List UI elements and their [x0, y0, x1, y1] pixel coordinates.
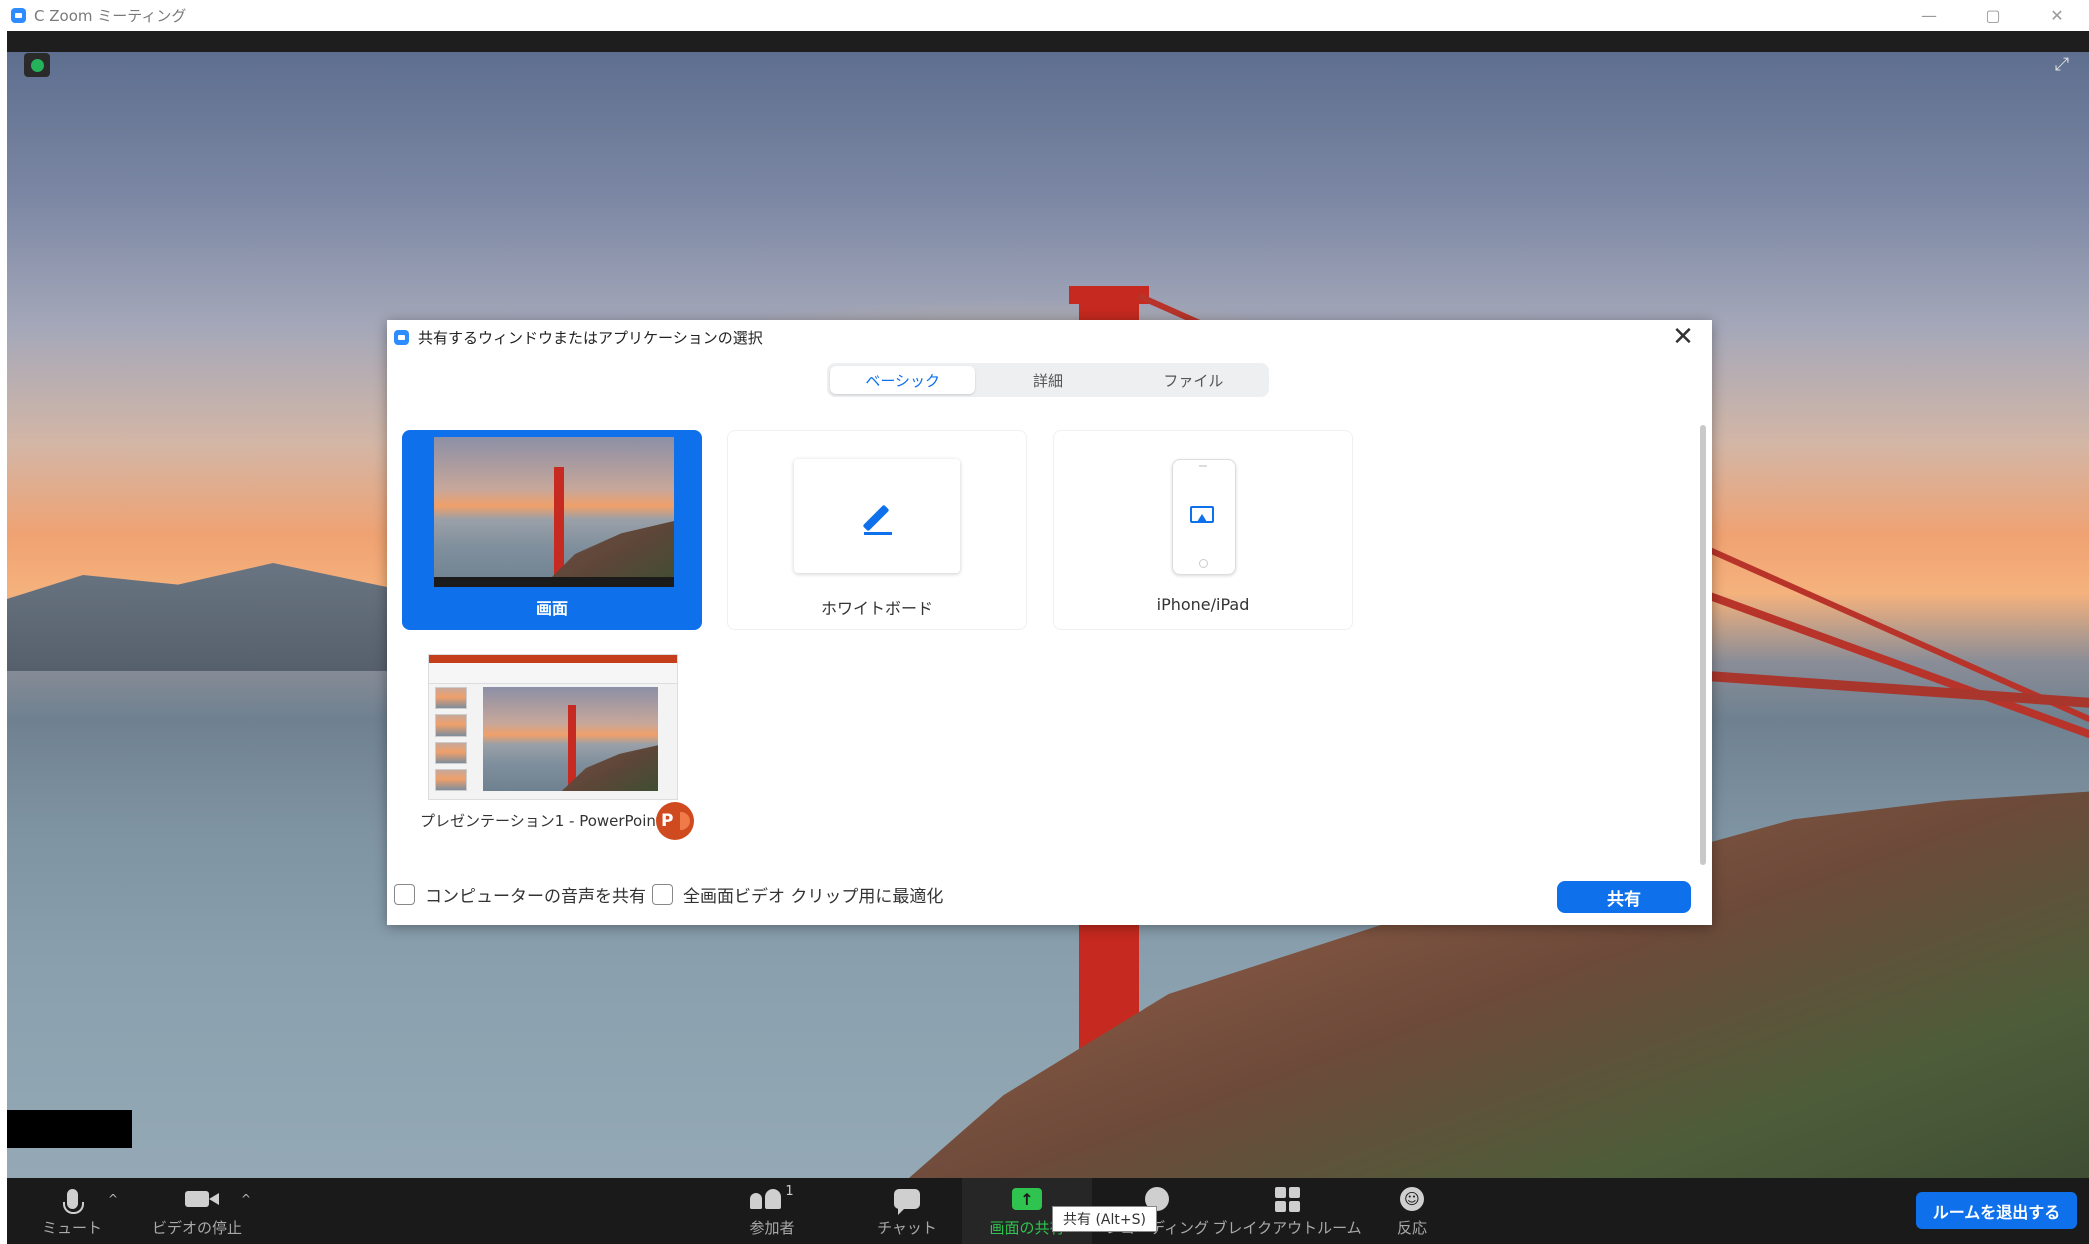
dialog-scrollbar[interactable]	[1700, 425, 1706, 865]
window-titlebar: C Zoom ミーティング — ▢ ✕	[0, 0, 2089, 31]
share-computer-audio-option[interactable]: コンピューターの音声を共有	[394, 882, 646, 907]
breakout-rooms-icon	[1274, 1186, 1300, 1212]
share-button[interactable]: 共有	[1557, 881, 1691, 913]
minimize-button[interactable]: —	[1897, 0, 1961, 31]
share-tooltip: 共有 (Alt+S)	[1052, 1206, 1157, 1232]
pen-icon	[862, 501, 892, 535]
mute-button[interactable]: ミュート	[37, 1178, 107, 1244]
meeting-toolbar: ミュート ^ ビデオの停止 ^ 1 参加者 チャット ↑ 画面の共有 レコーディ…	[7, 1178, 2089, 1244]
bridge-cable	[1705, 591, 2089, 743]
computer-audio-label: コンピューターの音声を共有	[425, 887, 646, 907]
tile-label-whiteboard: ホワイトボード	[820, 599, 933, 618]
whiteboard-preview	[794, 459, 960, 573]
share-tabs: ベーシック 詳細 ファイル	[827, 363, 1269, 397]
breakout-rooms-label: ブレイクアウトルーム	[1212, 1219, 1362, 1237]
airplay-icon	[1190, 506, 1214, 523]
participants-count: 1	[785, 1184, 794, 1199]
share-screen-icon: ↑	[1012, 1188, 1042, 1210]
share-option-whiteboard[interactable]: ホワイトボード	[727, 430, 1027, 630]
close-icon[interactable]: ✕	[1668, 322, 1698, 352]
window-title: C Zoom ミーティング	[34, 7, 187, 25]
background-hills	[7, 563, 387, 671]
dialog-footer: コンピューターの音声を共有 全画面ビデオ クリップ用に最適化 共有	[387, 866, 1712, 925]
fullscreen-icon[interactable]: ⤢	[2049, 51, 2075, 77]
phone-preview	[1172, 459, 1236, 575]
tile-label-iphone: iPhone/iPad	[1156, 595, 1250, 614]
stop-video-label: ビデオの停止	[151, 1219, 242, 1237]
dialog-title: 共有するウィンドウまたはアプリケーションの選択	[418, 329, 763, 347]
participants-label: 参加者	[749, 1219, 795, 1237]
share-option-iphone-ipad[interactable]: iPhone/iPad	[1053, 430, 1353, 630]
screen-thumbnail	[434, 437, 674, 587]
breakout-rooms-button[interactable]: ブレイクアウトルーム	[1212, 1178, 1362, 1244]
video-options-chevron-icon[interactable]: ^	[241, 1192, 251, 1206]
reactions-label: 反応	[1396, 1219, 1427, 1237]
reaction-smiley-icon: ☺	[1400, 1187, 1424, 1211]
mute-label: ミュート	[41, 1219, 102, 1237]
computer-audio-checkbox[interactable]	[394, 884, 415, 905]
share-option-screen[interactable]: 画面	[402, 430, 702, 630]
tab-advanced[interactable]: 詳細	[975, 366, 1120, 394]
window-controls: — ▢ ✕	[1897, 0, 2089, 31]
tile-label-screen: 画面	[535, 599, 568, 618]
reactions-button[interactable]: ☺ 反応	[1377, 1178, 1447, 1244]
participants-button[interactable]: 1 参加者	[727, 1178, 817, 1244]
chat-button[interactable]: チャット	[862, 1178, 952, 1244]
camera-icon	[185, 1191, 209, 1207]
audio-options-chevron-icon[interactable]: ^	[108, 1192, 118, 1206]
tile-label-powerpoint: プレゼンテーション1 - PowerPoint	[420, 812, 662, 830]
powerpoint-thumbnail	[428, 654, 678, 800]
optimize-video-option[interactable]: 全画面ビデオ クリップ用に最適化	[652, 882, 943, 907]
share-screen-dialog: 共有するウィンドウまたはアプリケーションの選択 ✕ ベーシック 詳細 ファイル …	[387, 320, 1712, 925]
leave-room-button[interactable]: ルームを退出する	[1916, 1192, 2077, 1229]
close-window-button[interactable]: ✕	[2025, 0, 2089, 31]
maximize-button[interactable]: ▢	[1961, 0, 2025, 31]
tab-basic[interactable]: ベーシック	[830, 366, 976, 394]
zoom-app-icon	[394, 330, 409, 345]
share-option-powerpoint[interactable]: プレゼンテーション1 - PowerPoint P	[402, 650, 702, 850]
participants-icon	[750, 1189, 782, 1209]
optimize-video-label: 全画面ビデオ クリップ用に最適化	[683, 887, 944, 907]
shield-icon[interactable]	[24, 53, 50, 77]
dialog-titlebar: 共有するウィンドウまたはアプリケーションの選択	[394, 327, 763, 348]
powerpoint-icon: P	[656, 802, 694, 840]
stop-video-button[interactable]: ビデオの停止	[142, 1178, 252, 1244]
participant-name-redacted	[7, 1110, 132, 1148]
meeting-top-strip	[7, 31, 2089, 52]
optimize-video-checkbox[interactable]	[652, 884, 673, 905]
tab-files[interactable]: ファイル	[1121, 366, 1266, 394]
chat-icon	[894, 1189, 920, 1215]
chat-label: チャット	[877, 1219, 937, 1237]
zoom-app-icon	[11, 8, 26, 23]
microphone-icon	[62, 1189, 84, 1214]
bridge-tower-cap	[1069, 286, 1149, 304]
